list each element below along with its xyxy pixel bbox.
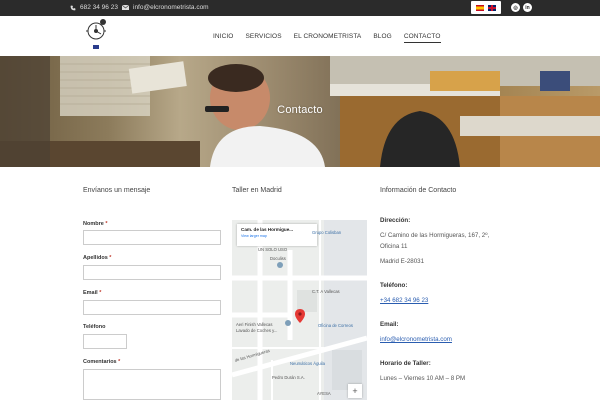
comentarios-textarea[interactable] — [83, 369, 221, 400]
label-email-text: Email — [83, 290, 98, 296]
label-comentarios: Comentarios * — [83, 359, 120, 365]
phone-label: Teléfono: — [380, 282, 408, 289]
map-zoom-in-button[interactable]: + — [348, 384, 362, 398]
main-nav: INICIO SERVICIOS EL CRONOMETRISTA BLOG C… — [213, 33, 441, 43]
label-comentarios-text: Comentarios — [83, 359, 117, 365]
info-title: Información de Contacto — [380, 187, 457, 194]
nombre-field[interactable] — [83, 230, 221, 245]
flag-es-icon[interactable] — [476, 4, 484, 11]
google-map[interactable]: Cam. de las Hormigue... View larger map … — [232, 220, 367, 400]
address-line3: Madrid E-28031 — [380, 258, 425, 265]
phone-icon — [70, 5, 76, 10]
top-email-text: info@elcronometrista.com — [133, 4, 209, 11]
site-logo[interactable] — [83, 18, 111, 50]
address-label-text: Dirección — [380, 217, 409, 224]
apellidos-field[interactable] — [83, 265, 221, 280]
map-label: C.T. A Vallecas — [312, 289, 340, 294]
language-switcher — [471, 1, 501, 14]
label-nombre: Nombre * — [83, 221, 107, 227]
nav-contacto[interactable]: CONTACTO — [403, 33, 441, 43]
nav-el-cronometrista[interactable]: EL CRONOMETRISTA — [294, 33, 362, 43]
top-phone-text: 682 34 96 23 — [80, 4, 118, 11]
top-email[interactable]: info@elcronometrista.com — [122, 4, 209, 11]
nav-blog[interactable]: BLOG — [373, 33, 391, 43]
email-label: Email: — [380, 321, 399, 328]
map-label: Aeri Finish Vallecas — [236, 322, 273, 327]
telefono-field[interactable] — [83, 334, 127, 349]
address-label: Dirección: — [380, 217, 411, 224]
map-pin-icon[interactable] — [295, 309, 305, 323]
required-mark: * — [99, 290, 102, 296]
flag-en-icon[interactable] — [488, 4, 496, 11]
label-email: Email * — [83, 290, 101, 296]
hero-title: Contacto — [277, 104, 323, 116]
label-apellidos: Apellidos * — [83, 255, 111, 261]
map-title: Taller en Madrid — [232, 187, 282, 194]
required-mark: * — [109, 255, 112, 261]
site-header: INICIO SERVICIOS EL CRONOMETRISTA BLOG C… — [0, 16, 600, 56]
hero-banner: Contacto — [0, 56, 600, 167]
required-mark: * — [105, 221, 108, 227]
map-larger-link[interactable]: View larger map — [241, 234, 313, 238]
label-telefono-text: Teléfono — [83, 324, 106, 330]
nav-servicios[interactable]: SERVICIOS — [245, 33, 281, 43]
map-poi-icon — [285, 320, 291, 326]
hours-label-text: Horario de Taller — [380, 360, 429, 367]
map-label: Neumáticos Águila — [290, 361, 325, 366]
map-label: Oficina de Correos — [318, 323, 353, 328]
map-label: Grupo Colisban — [312, 230, 342, 235]
map-label: Lavado de Coches y... — [236, 328, 278, 333]
label-telefono: Teléfono — [83, 324, 106, 330]
hours-text: Lunes – Viernes 10 AM – 8 PM — [380, 375, 466, 382]
envelope-icon — [122, 5, 129, 10]
email-field[interactable] — [83, 300, 221, 315]
label-apellidos-text: Apellidos — [83, 255, 108, 261]
instagram-icon[interactable]: ◎ — [511, 3, 520, 12]
map-card-title: Cam. de las Hormigue... — [241, 227, 294, 232]
phone-link[interactable]: +34 682 34 96 23 — [380, 297, 428, 304]
top-bar: 682 34 96 23 info@elcronometrista.com ◎ … — [0, 0, 600, 16]
phone-label-text: Teléfono — [380, 282, 406, 289]
address-line1: C/ Camino de las Hormigueras, 167, 2º, — [380, 232, 490, 239]
email-link[interactable]: info@elcronometrista.com — [380, 336, 452, 343]
map-poi-icon — [277, 262, 283, 268]
form-title: Envíanos un mensaje — [83, 187, 151, 194]
address-line2: Oficina 11 — [380, 243, 408, 250]
map-label: Doculiss — [270, 256, 286, 261]
map-info-card: Cam. de las Hormigue... View larger map — [237, 224, 317, 246]
hours-label: Horario de Taller: — [380, 360, 431, 367]
map-label: AYESA — [317, 391, 331, 396]
label-nombre-text: Nombre — [83, 221, 104, 227]
map-label: Pedro Durán S.A. — [272, 375, 305, 380]
map-label: UN SOLO USO — [258, 247, 288, 252]
required-mark: * — [118, 359, 121, 365]
top-phone[interactable]: 682 34 96 23 — [70, 4, 118, 11]
email-label-text: Email — [380, 321, 397, 328]
nav-inicio[interactable]: INICIO — [213, 33, 233, 43]
linkedin-icon[interactable]: in — [523, 3, 532, 12]
